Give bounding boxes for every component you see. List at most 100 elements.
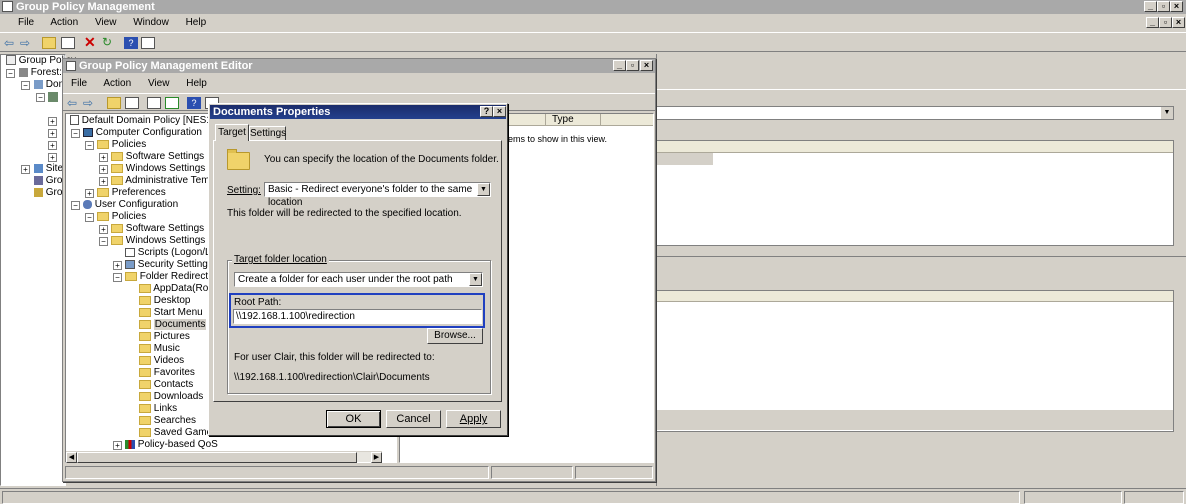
expand-toggle[interactable]: − (6, 69, 15, 78)
gpm-mdi-close-button[interactable]: × (1172, 17, 1185, 28)
properties-icon[interactable] (141, 37, 155, 49)
apply-button[interactable]: Apply (446, 410, 501, 428)
expand-toggle[interactable]: − (36, 93, 45, 102)
gpme-restore-button[interactable]: ▫ (626, 60, 639, 71)
expand-toggle[interactable]: + (48, 141, 57, 150)
tree-item-contacts[interactable]: Contacts (139, 379, 193, 391)
tree-item-downloads[interactable]: Downloads (139, 391, 203, 403)
gpm-menu-window[interactable]: Window (133, 17, 169, 28)
gpm-menu-help[interactable]: Help (186, 17, 207, 28)
tab-target[interactable]: Target (215, 124, 249, 141)
ok-button[interactable]: OK (326, 410, 381, 428)
gpm-minimize-button[interactable]: _ (1144, 1, 1157, 12)
expand-toggle[interactable]: − (21, 81, 30, 90)
gpm-menu-view[interactable]: View (95, 17, 117, 28)
refresh-icon[interactable]: ↻ (102, 36, 116, 48)
chevron-down-icon[interactable]: ▼ (477, 183, 490, 196)
tree-item-start-menu[interactable]: Start Menu (139, 307, 203, 319)
scroll-thumb[interactable] (77, 452, 357, 463)
expand-toggle[interactable]: − (99, 237, 108, 246)
gpm-right-combo[interactable]: ▼ (656, 106, 1174, 120)
root-path-input[interactable]: \\192.168.1.100\redirection (233, 309, 482, 324)
forward-arrow-icon[interactable]: ⇨ (83, 97, 97, 109)
properties-icon[interactable] (165, 97, 179, 109)
delete-icon[interactable]: ✕ (84, 35, 98, 49)
gpme-minimize-button[interactable]: _ (613, 60, 626, 71)
show-hide-tree-icon[interactable] (61, 37, 75, 49)
expand-toggle[interactable]: + (21, 165, 30, 174)
tree-item-searches[interactable]: Searches (139, 415, 196, 427)
forward-arrow-icon[interactable]: ⇨ (20, 37, 34, 49)
dialog-help-button[interactable]: ? (480, 106, 493, 117)
tree-item-user-windows-settings[interactable]: Windows Settings (111, 235, 205, 247)
tree-item-links[interactable]: Links (139, 403, 177, 415)
gpme-menu-help[interactable]: Help (186, 78, 207, 89)
gpm-restore-button[interactable]: ▫ (1157, 1, 1170, 12)
expand-toggle[interactable]: − (113, 273, 122, 282)
expand-toggle[interactable]: − (85, 141, 94, 150)
tree-item-documents[interactable]: Documents (139, 319, 207, 331)
up-folder-icon[interactable] (42, 37, 56, 49)
list-column-type[interactable]: Type (552, 114, 574, 126)
dialog-close-button[interactable]: × (493, 106, 506, 117)
expand-toggle[interactable]: + (99, 153, 108, 162)
tree-item-pictures[interactable]: Pictures (139, 331, 190, 343)
expand-toggle[interactable]: + (113, 441, 122, 450)
gpm-menu-action[interactable]: Action (50, 17, 78, 28)
gpm-menu-file[interactable]: File (18, 17, 34, 28)
expand-toggle[interactable]: + (99, 177, 108, 186)
chevron-down-icon[interactable]: ▼ (1161, 107, 1173, 119)
expand-toggle[interactable]: + (99, 225, 108, 234)
tab-settings[interactable]: Settings (249, 126, 286, 140)
tree-horizontal-scrollbar[interactable]: ◀ ▶ (66, 451, 382, 463)
gpme-menu-view[interactable]: View (148, 78, 170, 89)
gpm-mdi-minimize-button[interactable]: _ (1146, 17, 1159, 28)
tree-item-user-software-settings[interactable]: Software Settings (111, 223, 204, 235)
expand-toggle[interactable]: − (71, 129, 80, 138)
tree-item-user-policies[interactable]: Policies (97, 211, 146, 223)
tree-item-computer-configuration[interactable]: Computer Configuration (83, 127, 202, 139)
expand-toggle[interactable]: + (48, 153, 57, 162)
gpme-titlebar: Group Policy Management Editor _ ▫ × (63, 59, 655, 73)
expand-toggle[interactable]: + (48, 117, 57, 126)
gpme-close-button[interactable]: × (640, 60, 653, 71)
help-icon[interactable]: ? (187, 97, 201, 109)
target-location-dropdown[interactable]: Create a folder for each user under the … (234, 272, 483, 287)
show-hide-tree-icon[interactable] (125, 97, 139, 109)
gpm-tree-item-forest[interactable]: Forest: (19, 67, 62, 79)
tree-item-preferences[interactable]: Preferences (97, 187, 166, 199)
tree-item-desktop[interactable]: Desktop (139, 295, 190, 307)
tree-item-saved-games[interactable]: Saved Games (139, 427, 217, 439)
browse-button[interactable]: Browse... (427, 328, 483, 344)
tree-item-policy-based-qos[interactable]: Policy-based QoS (125, 439, 218, 451)
gpm-close-button[interactable]: × (1170, 1, 1183, 12)
gpme-menu-action[interactable]: Action (103, 78, 131, 89)
export-list-icon[interactable] (147, 97, 161, 109)
domain-node-icon (48, 92, 58, 102)
cancel-button[interactable]: Cancel (386, 410, 441, 428)
gpm-mdi-restore-button[interactable]: ▫ (1159, 17, 1172, 28)
up-folder-icon[interactable] (107, 97, 121, 109)
expand-toggle[interactable]: + (85, 189, 94, 198)
expand-toggle[interactable]: − (85, 213, 94, 222)
expand-toggle[interactable]: + (48, 129, 57, 138)
expand-toggle[interactable]: + (99, 165, 108, 174)
tree-item-videos[interactable]: Videos (139, 355, 184, 367)
chevron-down-icon[interactable]: ▼ (469, 273, 482, 286)
gpme-menu-file[interactable]: File (71, 78, 87, 89)
back-arrow-icon[interactable]: ⇦ (4, 37, 18, 49)
back-arrow-icon[interactable]: ⇦ (67, 97, 81, 109)
tree-item-windows-settings[interactable]: Windows Settings (111, 163, 205, 175)
tree-item-policies[interactable]: Policies (97, 139, 146, 151)
setting-dropdown[interactable]: Basic - Redirect everyone's folder to th… (264, 182, 491, 208)
tree-item-software-settings[interactable]: Software Settings (111, 151, 204, 163)
expand-toggle[interactable]: + (113, 261, 122, 270)
help-icon[interactable]: ? (124, 37, 138, 49)
tree-item-music[interactable]: Music (139, 343, 180, 355)
tree-item-security-settings[interactable]: Security Settings (125, 259, 213, 271)
expand-toggle[interactable]: − (71, 201, 80, 210)
tree-item-favorites[interactable]: Favorites (139, 367, 195, 379)
tree-item-user-configuration[interactable]: User Configuration (83, 199, 178, 211)
scroll-right-button[interactable]: ▶ (371, 452, 382, 463)
scroll-left-button[interactable]: ◀ (66, 452, 77, 463)
